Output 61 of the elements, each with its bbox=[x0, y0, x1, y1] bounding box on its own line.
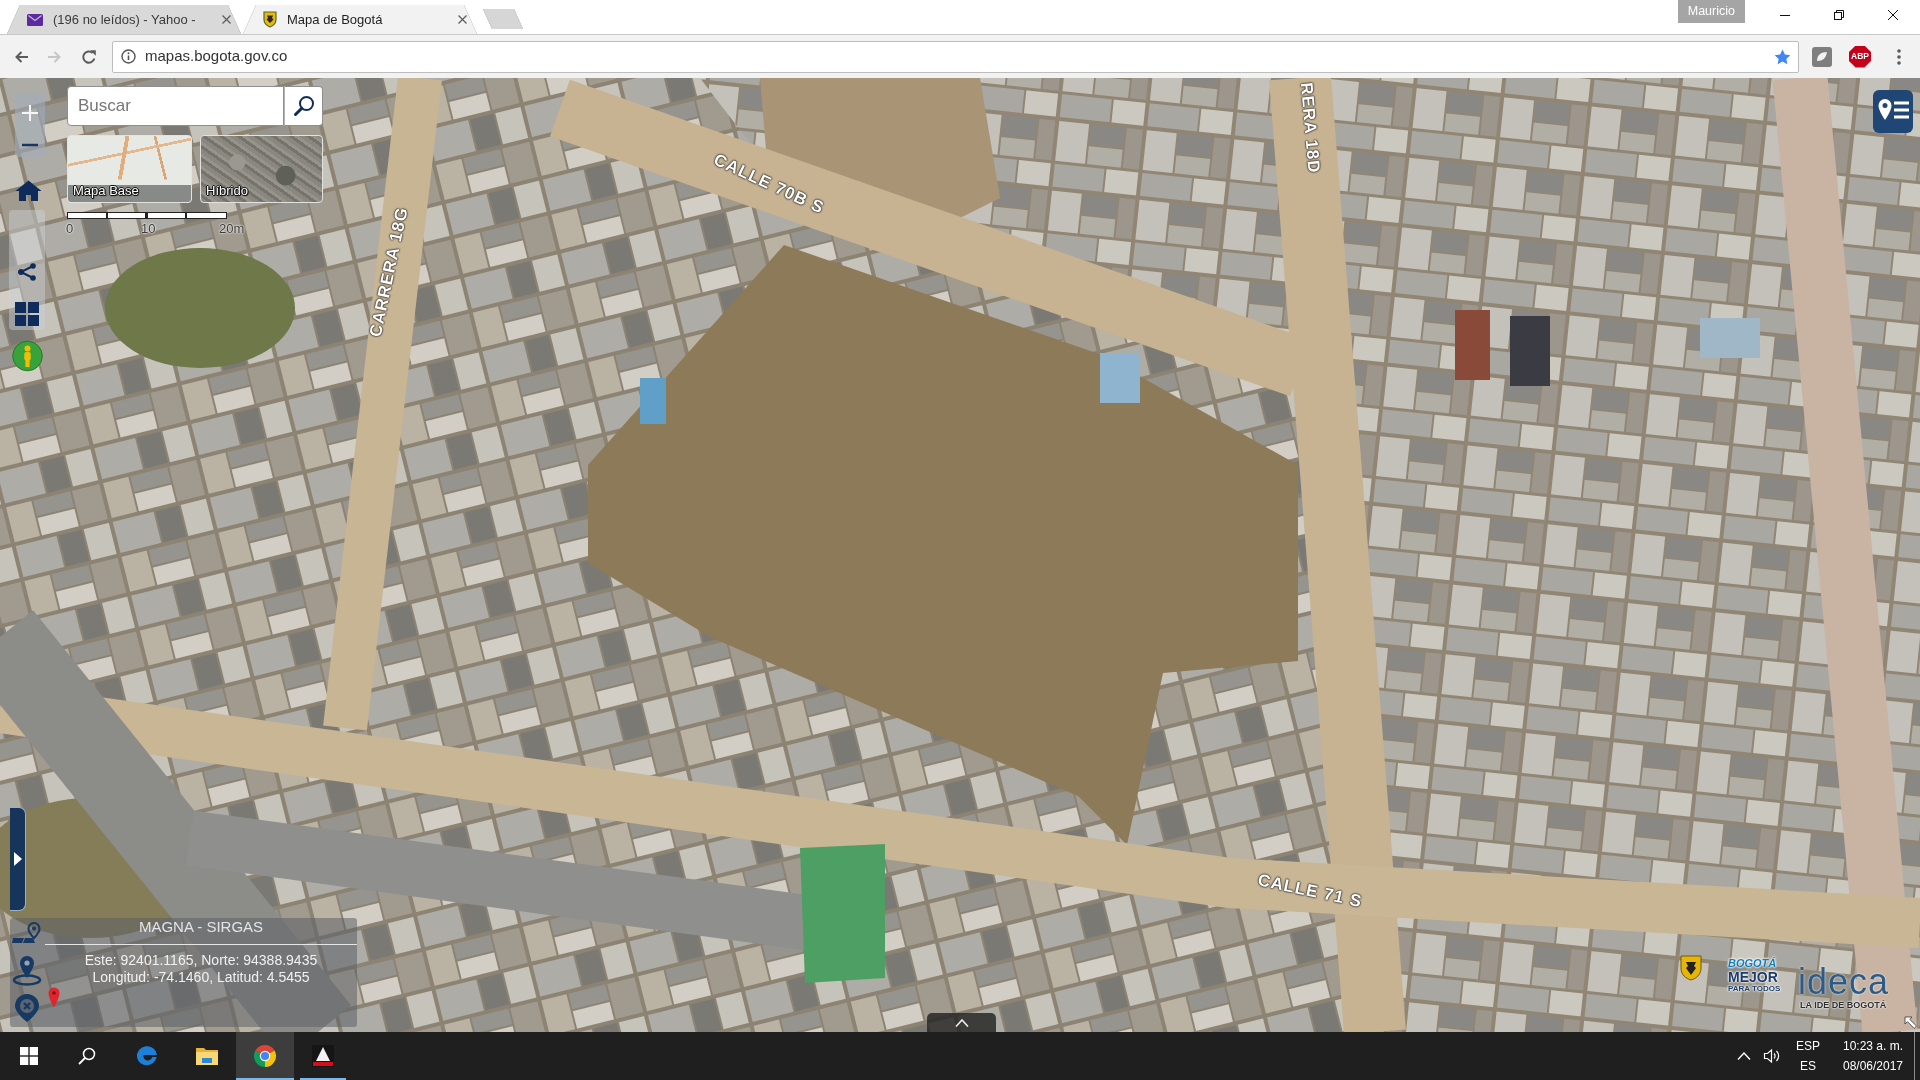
street-label: CALLE 71 S bbox=[1255, 869, 1365, 914]
caret-up-icon bbox=[954, 1018, 969, 1027]
info-icon[interactable] bbox=[121, 49, 136, 64]
roof bbox=[1510, 316, 1550, 386]
triangle-logo-icon[interactable] bbox=[311, 1044, 335, 1068]
scale-label: 20m bbox=[219, 220, 245, 238]
roof bbox=[640, 378, 666, 424]
address-field[interactable]: mapas.bogota.gov.co bbox=[112, 40, 1799, 73]
triangle-right-icon bbox=[13, 852, 22, 866]
roof bbox=[1100, 353, 1140, 403]
home-icon[interactable] bbox=[15, 180, 42, 201]
browser-tab[interactable]: (196 no leídos) - Yahoo - bbox=[7, 5, 241, 34]
marker-icon bbox=[48, 987, 60, 1008]
e-logo-icon[interactable] bbox=[135, 1044, 159, 1068]
location-pin-icon[interactable] bbox=[12, 955, 42, 986]
share-icon[interactable] bbox=[17, 263, 37, 281]
shield-icon bbox=[1680, 955, 1702, 981]
restore-icon[interactable] bbox=[1834, 10, 1844, 20]
scale-label: 10 bbox=[141, 220, 156, 238]
cancel-pin-icon[interactable] bbox=[14, 993, 40, 1023]
caret-up-icon[interactable] bbox=[1737, 1052, 1751, 1060]
extension-button[interactable]: ABP bbox=[1849, 45, 1871, 68]
menu-icon[interactable] bbox=[1897, 48, 1901, 65]
input-language-button[interactable]: ESP ES bbox=[1793, 1036, 1823, 1076]
roof bbox=[1455, 310, 1490, 380]
pin-list-icon[interactable] bbox=[1873, 90, 1913, 133]
search-icon[interactable] bbox=[78, 1047, 96, 1065]
circle-logo-icon[interactable] bbox=[253, 1044, 277, 1068]
star-icon[interactable] bbox=[1774, 48, 1791, 65]
layers-pin-icon[interactable] bbox=[12, 922, 42, 944]
person-icon[interactable] bbox=[12, 340, 43, 372]
roof bbox=[1700, 318, 1760, 358]
logo-text: BOGOTÁ bbox=[1728, 958, 1778, 969]
close-icon[interactable] bbox=[1888, 10, 1898, 20]
clock-button[interactable]: 10:23 a. m. 08/06/2017 bbox=[1837, 1036, 1909, 1076]
leaf-icon[interactable] bbox=[1812, 46, 1832, 67]
taskbar-button[interactable] bbox=[236, 1032, 294, 1080]
search-field[interactable]: Buscar bbox=[67, 86, 284, 126]
plus-icon[interactable] bbox=[20, 103, 40, 123]
logo-text: PARA TODOS bbox=[1728, 985, 1781, 993]
speaker-icon[interactable] bbox=[1763, 1048, 1781, 1064]
grid-icon[interactable] bbox=[15, 302, 39, 326]
envelope-icon bbox=[27, 13, 43, 26]
shield-icon bbox=[263, 11, 277, 28]
minus-icon[interactable] bbox=[20, 143, 40, 147]
start-icon[interactable] bbox=[20, 1047, 38, 1065]
search-icon bbox=[292, 95, 315, 117]
reload-icon[interactable] bbox=[81, 48, 97, 65]
logo-wordmark: ideca bbox=[1798, 964, 1890, 1000]
street-label: RERA 18D bbox=[1295, 81, 1325, 175]
diagonal-arrow-icon[interactable] bbox=[1904, 1016, 1918, 1030]
coordinate-system-label: MAGNA - SIRGAS bbox=[137, 918, 265, 936]
panel-toggle-button[interactable] bbox=[10, 807, 26, 911]
scale-label: 0 bbox=[66, 220, 74, 238]
browser-tab[interactable]: Mapa de Bogotá bbox=[243, 5, 477, 34]
logo-tagline: LA IDE DE BOGOTÁ bbox=[1800, 999, 1887, 1012]
drawer-toggle-button[interactable] bbox=[927, 1013, 996, 1032]
coordinates-text: Longitud: -74.1460, Latitud: 4.5455 bbox=[91, 969, 311, 986]
search-button[interactable] bbox=[284, 86, 323, 126]
logo-text: MEJOR bbox=[1728, 970, 1779, 984]
coordinates-text: Este: 92401.1165, Norte: 94388.9435 bbox=[83, 952, 319, 969]
